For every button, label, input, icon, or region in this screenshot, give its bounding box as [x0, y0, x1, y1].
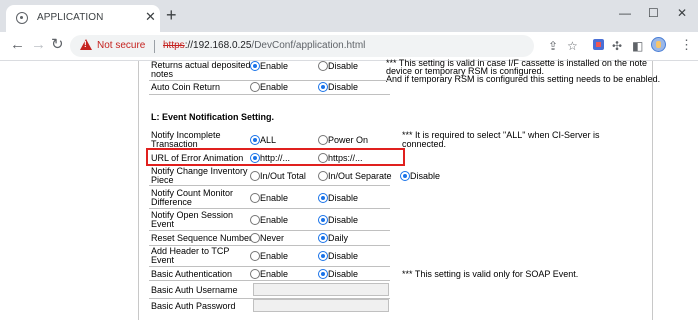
tab-strip: APPLICATION ✕ + — ☐ ✕ — [0, 0, 698, 32]
add-header-tcp-enable-label: Enable — [260, 251, 289, 261]
returns-deposited-enable-label: Enable — [260, 61, 289, 71]
basic-auth-username-label: Basic Auth Username — [151, 285, 238, 295]
notify-count-monitor-enable-radio[interactable] — [250, 193, 260, 203]
basic-auth-password-input[interactable] — [253, 299, 389, 312]
row-divider — [149, 185, 390, 186]
soap-event-note: *** This setting is valid only for SOAP … — [402, 269, 579, 279]
row-divider — [149, 80, 390, 81]
profile-avatar[interactable] — [651, 37, 666, 52]
add-header-tcp-disable-label: Disable — [328, 251, 359, 261]
returns-deposited-label-2: notes — [151, 69, 174, 79]
basic-auth-username-input[interactable] — [253, 283, 389, 296]
returns-deposited-disable-radio[interactable] — [318, 61, 328, 71]
row-divider — [149, 230, 390, 231]
puzzle-extensions-icon[interactable]: ✣ — [612, 39, 622, 53]
basic-auth-enable-radio[interactable] — [250, 269, 260, 279]
reset-sequence-label: Reset Sequence Number — [151, 233, 253, 243]
auto-coin-return-disable-radio[interactable] — [318, 82, 328, 92]
url-text[interactable]: https://192.168.0.25/DevConf/application… — [163, 40, 365, 51]
extension-icon[interactable] — [593, 39, 604, 50]
reload-icon[interactable]: ↻ — [51, 37, 64, 53]
reset-sequence-never-radio[interactable] — [250, 233, 260, 243]
basic-auth-disable-label: Disable — [328, 269, 359, 279]
notify-incomplete-poweron-label: Power On — [328, 135, 369, 145]
url-path: /DevConf/application.html — [251, 40, 366, 51]
warning-icon[interactable] — [80, 39, 92, 50]
row-divider — [149, 94, 390, 95]
url-scheme: https — [163, 40, 185, 51]
maximize-button[interactable]: ☐ — [648, 5, 659, 21]
notify-incomplete-all-radio[interactable] — [250, 135, 260, 145]
basic-auth-enable-label: Enable — [260, 269, 289, 279]
tab-title: APPLICATION — [37, 12, 104, 23]
auto-coin-return-enable-radio[interactable] — [250, 82, 260, 92]
auto-coin-return-enable-label: Enable — [260, 82, 289, 92]
address-separator — [154, 40, 155, 53]
rsm-note-line3: And if temporary RSM is configured this … — [386, 74, 661, 84]
notify-open-session-enable-label: Enable — [260, 215, 289, 225]
share-icon[interactable]: ⇪ — [548, 40, 558, 52]
new-tab-button[interactable]: + — [166, 5, 177, 25]
side-panel-icon[interactable]: ◧ — [632, 39, 643, 53]
notify-count-monitor-enable-label: Enable — [260, 193, 289, 203]
notify-count-monitor-label-2: Difference — [151, 197, 192, 207]
row-divider — [149, 266, 390, 267]
row-divider — [149, 280, 390, 281]
reset-sequence-daily-radio[interactable] — [318, 233, 328, 243]
notify-open-session-label-2: Event — [151, 219, 175, 229]
notify-change-inventory-total-radio[interactable] — [250, 171, 260, 181]
add-header-tcp-disable-radio[interactable] — [318, 251, 328, 261]
address-bar[interactable]: Not secure https://192.168.0.25/DevConf/… — [70, 35, 578, 57]
security-status[interactable]: Not secure — [97, 40, 145, 51]
row-divider — [149, 208, 390, 209]
notify-open-session-enable-radio[interactable] — [250, 215, 260, 225]
notify-change-inventory-disable-radio[interactable] — [400, 171, 410, 181]
minimize-button[interactable]: — — [619, 5, 631, 21]
auto-coin-return-disable-label: Disable — [328, 82, 359, 92]
notify-incomplete-poweron-radio[interactable] — [318, 135, 328, 145]
left-border — [138, 61, 139, 320]
notify-change-inventory-label-2: Piece — [151, 175, 174, 185]
url-host: ://192.168.0.25 — [184, 40, 252, 51]
add-header-tcp-enable-radio[interactable] — [250, 251, 260, 261]
tab-close-button[interactable]: ✕ — [145, 10, 156, 24]
forward-arrow-icon[interactable]: → — [31, 37, 46, 53]
back-arrow-icon[interactable]: ← — [10, 37, 25, 53]
basic-auth-label: Basic Authentication — [151, 269, 233, 279]
browser-tab[interactable]: APPLICATION ✕ — [6, 5, 160, 32]
highlight-box — [146, 148, 405, 166]
menu-kebab-icon[interactable]: ⋮ — [680, 38, 693, 52]
ci-server-note-line2: connected. — [402, 139, 447, 149]
section-heading: L: Event Notification Setting. — [151, 112, 274, 122]
add-header-tcp-label-2: Event — [151, 255, 175, 265]
reset-sequence-never-label: Never — [260, 233, 285, 243]
notify-change-inventory-total-label: In/Out Total — [260, 171, 306, 181]
notify-incomplete-all-label: ALL — [260, 135, 277, 145]
auto-coin-return-label: Auto Coin Return — [151, 82, 221, 92]
returns-deposited-enable-radio[interactable] — [250, 61, 260, 71]
notify-change-inventory-disable-label: Disable — [410, 171, 441, 181]
close-window-button[interactable]: ✕ — [677, 5, 687, 21]
notify-open-session-disable-label: Disable — [328, 215, 359, 225]
notify-open-session-disable-radio[interactable] — [318, 215, 328, 225]
notify-count-monitor-disable-label: Disable — [328, 193, 359, 203]
notify-change-inventory-separate-radio[interactable] — [318, 171, 328, 181]
globe-icon — [16, 12, 28, 24]
page-content: *** This setting is valid in case I/F ca… — [0, 59, 698, 320]
right-border — [652, 61, 653, 320]
basic-auth-password-label: Basic Auth Password — [151, 301, 236, 311]
returns-deposited-disable-label: Disable — [328, 61, 359, 71]
notify-count-monitor-disable-radio[interactable] — [318, 193, 328, 203]
notify-change-inventory-separate-label: In/Out Separate — [328, 171, 392, 181]
reset-sequence-daily-label: Daily — [328, 233, 349, 243]
bookmark-star-icon[interactable]: ☆ — [567, 40, 578, 52]
basic-auth-disable-radio[interactable] — [318, 269, 328, 279]
